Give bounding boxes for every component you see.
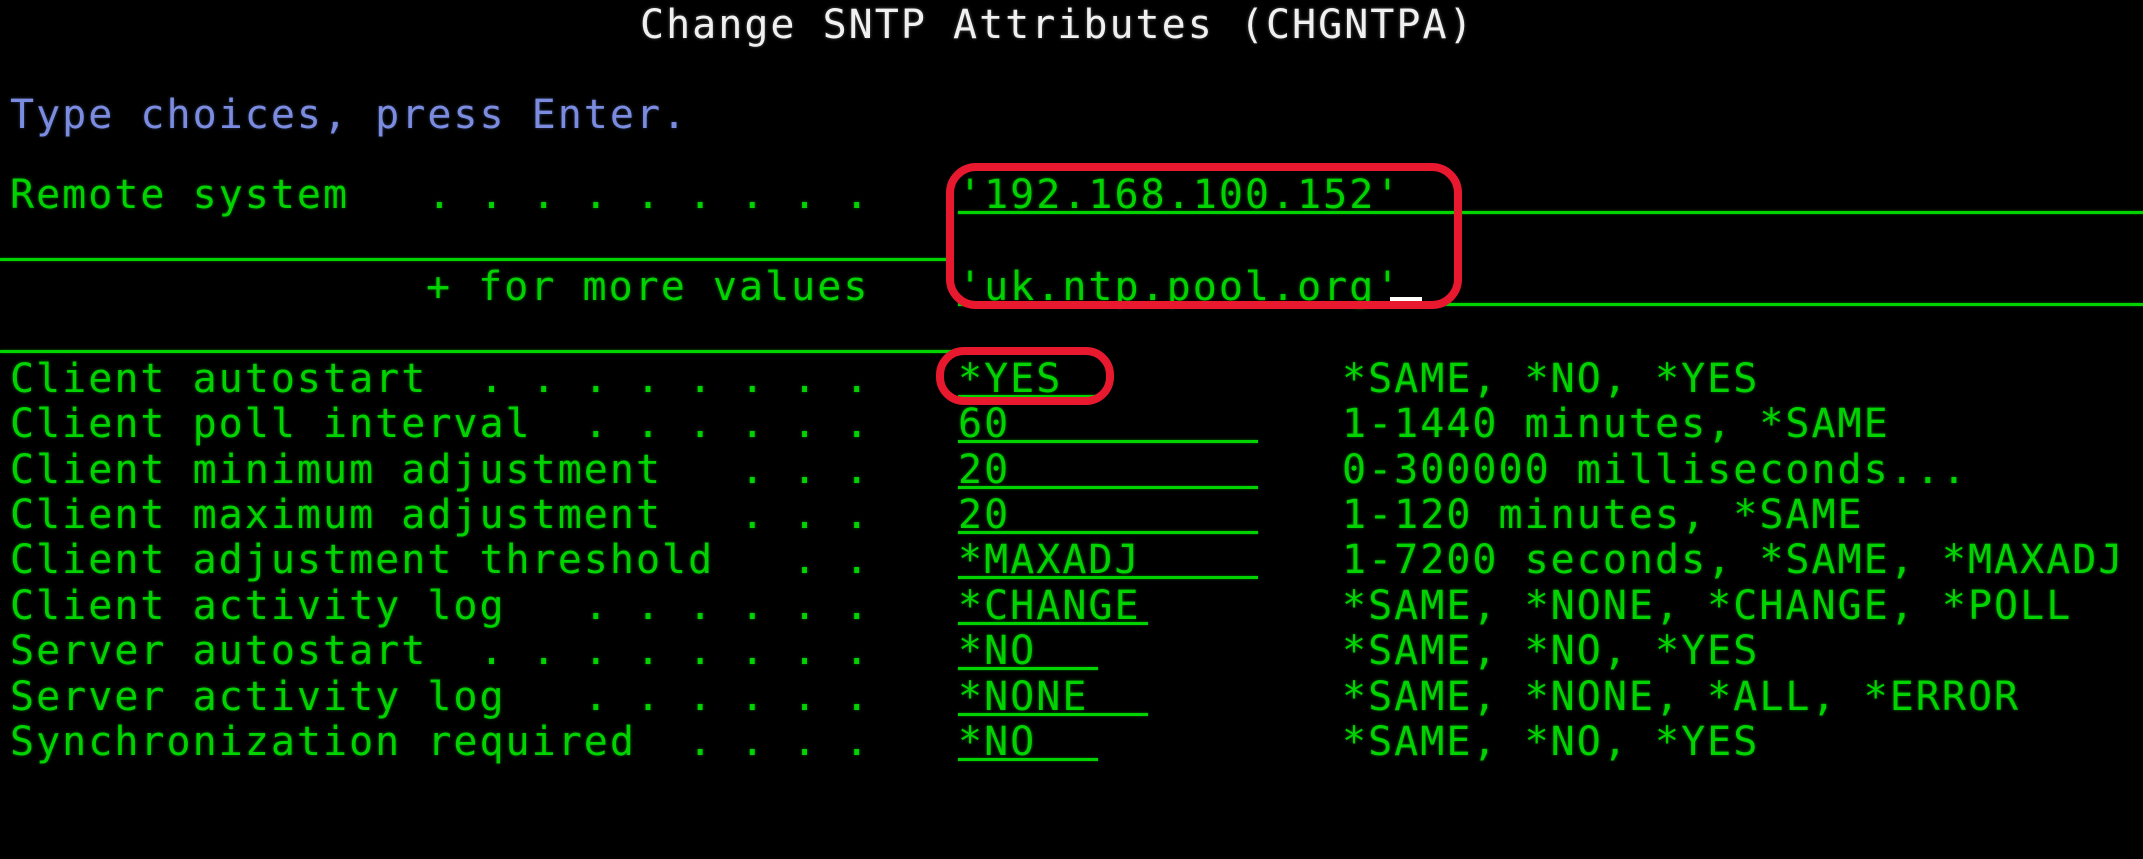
- param-row-client-maximum-adjustment: Client maximum adjustment . . . 20 1-120…: [0, 495, 2143, 540]
- annotation-remote-system-highlight: [946, 163, 1462, 309]
- field-label: Client adjustment threshold . .: [10, 540, 871, 580]
- allowed-values: *SAME, *NONE, *ALL, *ERROR: [1342, 677, 2020, 717]
- client-adjustment-threshold-input[interactable]: *MAXADJ: [958, 540, 1141, 580]
- client-adjustment-threshold-underline[interactable]: [958, 576, 1258, 579]
- allowed-values: *SAME, *NONE, *CHANGE, *POLL: [1342, 586, 2072, 626]
- field-label: Client autostart . . . . . . . .: [10, 359, 871, 399]
- client-poll-interval-underline[interactable]: [958, 440, 1258, 443]
- param-row-server-activity-log: Server activity log . . . . . . *NONE *S…: [0, 677, 2143, 722]
- allowed-values: 1-7200 seconds, *SAME, *MAXADJ: [1342, 540, 2124, 580]
- allowed-values: *SAME, *NO, *YES: [1342, 722, 1759, 762]
- page-title: Change SNTP Attributes (CHGNTPA): [640, 5, 1475, 45]
- param-row-client-minimum-adjustment: Client minimum adjustment . . . 20 0-300…: [0, 450, 2143, 495]
- additional-input-continuation[interactable]: [0, 350, 962, 353]
- terminal-screen: Change SNTP Attributes (CHGNTPA) Type ch…: [0, 0, 2143, 859]
- remote-system-input-continuation[interactable]: [0, 258, 953, 261]
- allowed-values: *SAME, *NO, *YES: [1342, 359, 1759, 399]
- field-label: Server autostart . . . . . . . .: [10, 631, 871, 671]
- field-label: Server activity log . . . . . .: [10, 677, 871, 717]
- param-row-client-activity-log: Client activity log . . . . . . *CHANGE …: [0, 586, 2143, 631]
- allowed-values: 0-300000 milliseconds...: [1342, 450, 1968, 490]
- client-poll-interval-input[interactable]: 60: [958, 404, 1010, 444]
- param-row-synchronization-required: Synchronization required . . . . *NO *SA…: [0, 722, 2143, 767]
- client-activity-log-underline[interactable]: [958, 622, 1148, 625]
- server-activity-log-input[interactable]: *NONE: [958, 677, 1088, 717]
- field-label: Synchronization required . . . .: [10, 722, 871, 762]
- field-label: Client poll interval . . . . . .: [10, 404, 871, 444]
- param-row-client-adjustment-threshold: Client adjustment threshold . . *MAXADJ …: [0, 540, 2143, 585]
- param-row-server-autostart: Server autostart . . . . . . . . *NO *SA…: [0, 631, 2143, 676]
- client-maximum-adjustment-input[interactable]: 20: [958, 495, 1010, 535]
- field-label-remote-system: Remote system . . . . . . . . .: [10, 175, 871, 215]
- client-maximum-adjustment-underline[interactable]: [958, 531, 1258, 534]
- param-row-client-poll-interval: Client poll interval . . . . . . 60 1-14…: [0, 404, 2143, 449]
- synchronization-required-input[interactable]: *NO: [958, 722, 1036, 762]
- field-label: Client minimum adjustment . . .: [10, 450, 871, 490]
- field-label: Client maximum adjustment . . .: [10, 495, 871, 535]
- client-minimum-adjustment-input[interactable]: 20: [958, 450, 1010, 490]
- allowed-values: 1-1440 minutes, *SAME: [1342, 404, 1890, 444]
- synchronization-required-underline[interactable]: [958, 758, 1098, 761]
- server-autostart-input[interactable]: *NO: [958, 631, 1036, 671]
- annotation-client-autostart-highlight: [936, 347, 1114, 405]
- field-label: Client activity log . . . . . .: [10, 586, 871, 626]
- server-activity-log-underline[interactable]: [958, 713, 1148, 716]
- allowed-values: 1-120 minutes, *SAME: [1342, 495, 1864, 535]
- instruction-text: Type choices, press Enter.: [10, 95, 688, 135]
- client-activity-log-input[interactable]: *CHANGE: [958, 586, 1141, 626]
- client-minimum-adjustment-underline[interactable]: [958, 486, 1258, 489]
- allowed-values: *SAME, *NO, *YES: [1342, 631, 1759, 671]
- more-values-label: + for more values: [426, 267, 869, 307]
- server-autostart-underline[interactable]: [958, 667, 1098, 670]
